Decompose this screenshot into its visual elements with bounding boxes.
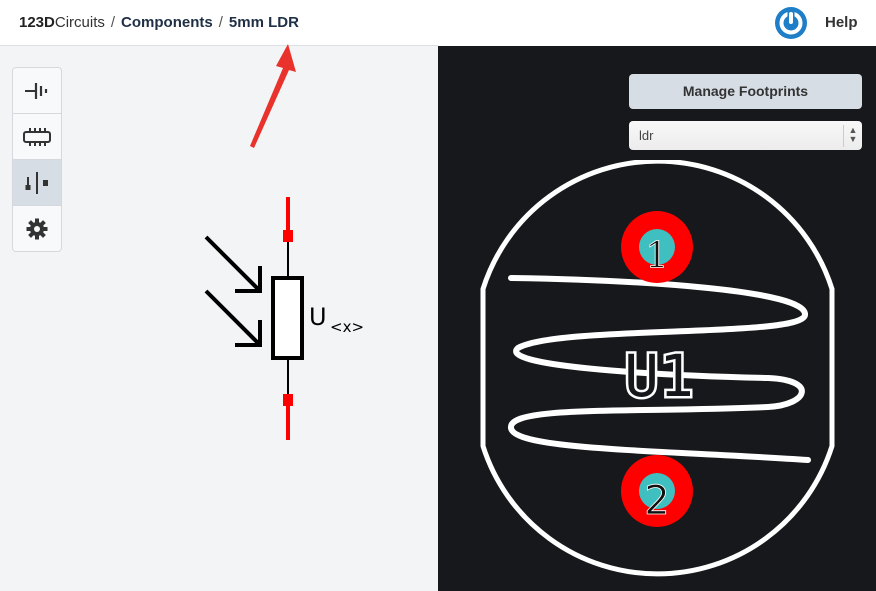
pad-1-label: 1	[646, 236, 669, 277]
footprint-drawing: 1 2 U1	[480, 160, 835, 577]
pcb-tool-button[interactable]	[13, 160, 61, 206]
settings-tool-button[interactable]	[13, 206, 61, 251]
help-link[interactable]: Help	[825, 14, 858, 31]
breadcrumb-current[interactable]: 5mm LDR	[229, 14, 299, 31]
gear-icon	[26, 218, 48, 239]
pad-2-label: 2	[644, 478, 669, 524]
manage-footprints-button[interactable]: Manage Footprints	[629, 74, 862, 109]
footprint-select-value: ldr	[639, 128, 654, 143]
pad-1[interactable]: 1	[621, 211, 693, 283]
ldr-schematic-symbol[interactable]: U <x>	[190, 190, 390, 450]
pin-connector-top[interactable]	[283, 230, 293, 242]
select-arrows-icon: ▲ ▼	[843, 125, 862, 147]
battery-icon	[25, 82, 48, 99]
breadcrumb-separator: /	[110, 14, 116, 31]
breadcrumb-separator: /	[218, 14, 223, 31]
breadcrumb: 123DCircuits / Components / 5mm LDR	[19, 14, 299, 31]
pcb-pin-icon	[25, 171, 48, 194]
breadcrumb-components[interactable]: Components	[121, 14, 213, 31]
top-bar: 123DCircuits / Components / 5mm LDR	[0, 0, 438, 46]
view-toolbar	[12, 67, 62, 252]
footprint-select[interactable]: ldr ▲ ▼	[629, 121, 862, 150]
refdes-silkscreen: U1	[624, 342, 694, 410]
resistor-body	[271, 276, 304, 360]
annotation-arrow	[250, 44, 296, 148]
pin-connector-bottom[interactable]	[283, 394, 293, 406]
pad-2[interactable]: 2	[621, 455, 693, 527]
breadboard-tool-button[interactable]	[13, 114, 61, 160]
power-icon[interactable]	[773, 5, 809, 41]
breadcrumb-home[interactable]: 123DCircuits	[19, 14, 105, 31]
schematic-tool-button[interactable]	[13, 68, 61, 114]
refdes-label: U	[309, 303, 327, 331]
right-header	[438, 0, 876, 46]
refdes-placeholder: <x>	[330, 318, 364, 336]
chip-icon	[23, 127, 51, 146]
light-arrows	[204, 235, 262, 347]
